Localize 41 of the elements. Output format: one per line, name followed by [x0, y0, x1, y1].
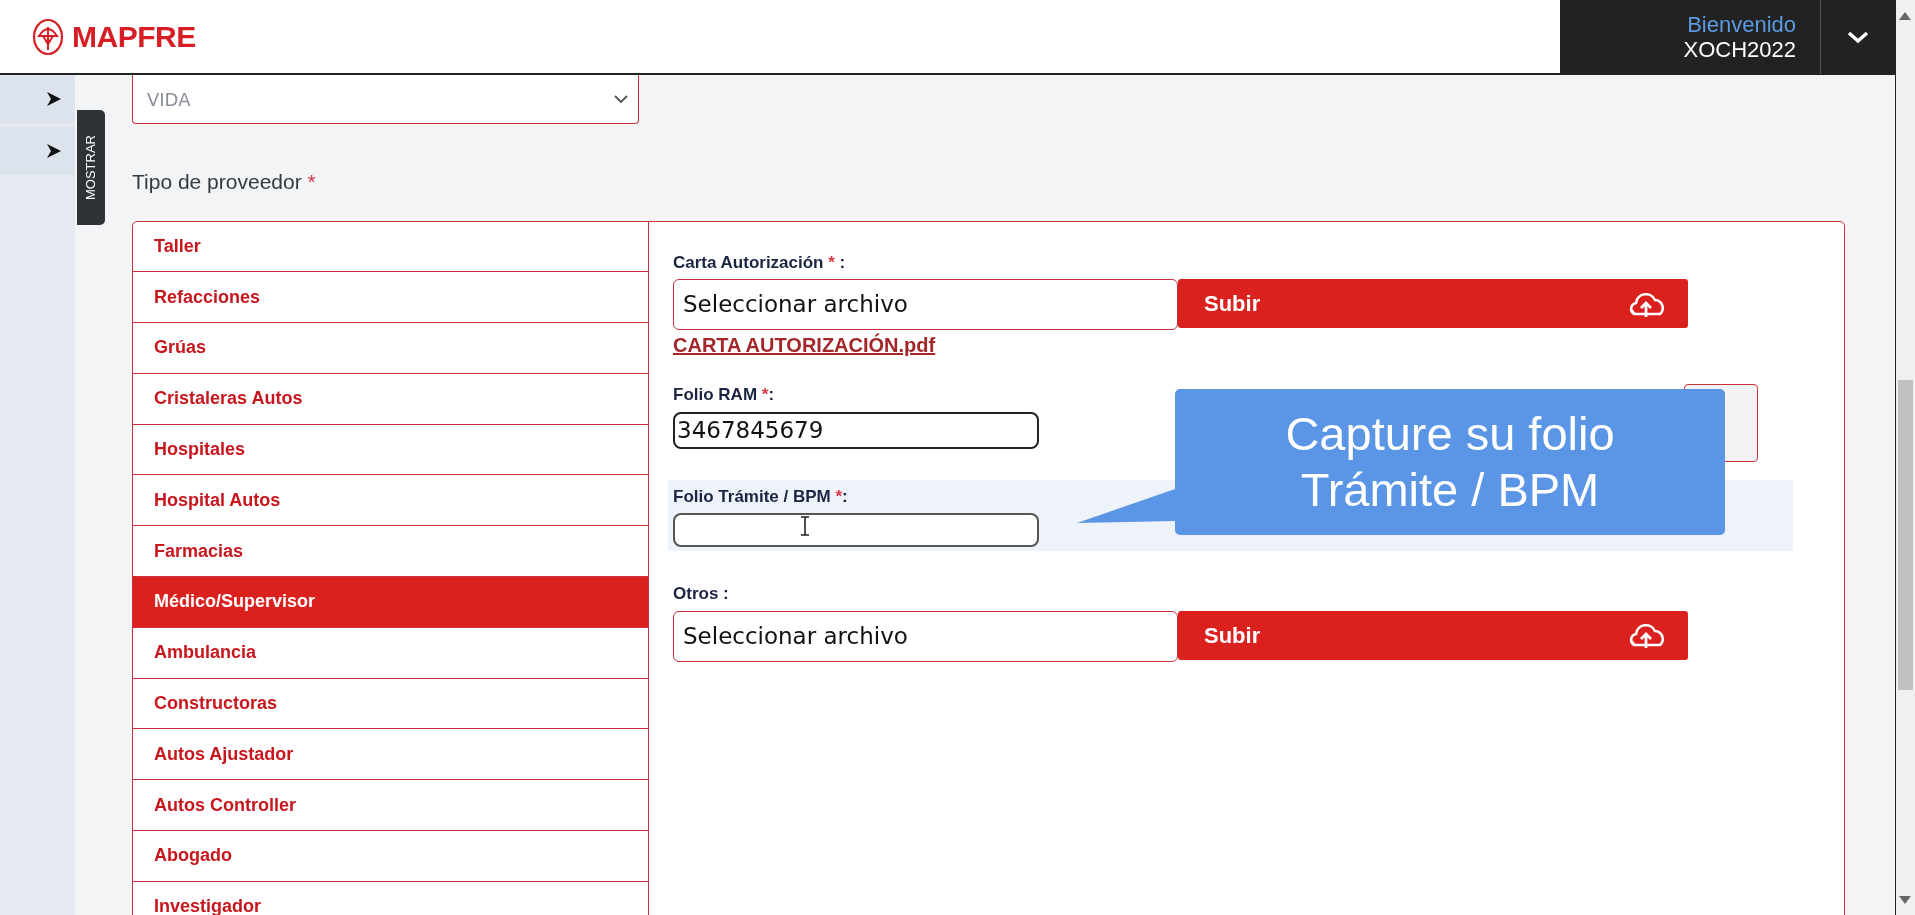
- provider-type-item[interactable]: Autos Controller: [133, 780, 648, 832]
- input-field[interactable]: [673, 513, 1039, 547]
- field-label: Folio RAM *:: [673, 384, 775, 406]
- scroll-down-icon[interactable]: [1899, 896, 1911, 904]
- provider-type-item[interactable]: Taller: [133, 221, 648, 273]
- field-label: Tipo de proveedor *: [132, 169, 317, 195]
- file-select-field[interactable]: Seleccionar archivo: [673, 279, 1178, 330]
- file-link[interactable]: CARTA AUTORIZACIÓN.pdf: [673, 334, 936, 356]
- provider-type-item[interactable]: Abogado: [133, 831, 648, 882]
- text-cursor-icon: [800, 516, 810, 536]
- provider-type-item[interactable]: Constructoras: [133, 678, 648, 730]
- provider-type-item[interactable]: Hospitales: [133, 424, 648, 476]
- select-field[interactable]: VIDA: [132, 75, 639, 124]
- logo-text: MAPFRE: [72, 19, 196, 55]
- upload-button[interactable]: Subir: [1178, 610, 1688, 660]
- arrow-right-icon: [47, 144, 61, 158]
- provider-type-item[interactable]: Grúas: [133, 323, 648, 374]
- arrow-right-icon: [47, 92, 61, 106]
- show-panel-tab[interactable]: MOSTRAR: [77, 110, 105, 225]
- logo-icon: [32, 17, 64, 56]
- sidebar-toggle[interactable]: [0, 127, 75, 175]
- provider-type-item[interactable]: Cristaleras Autos: [133, 373, 648, 425]
- chevron-down-icon: [614, 94, 628, 104]
- provider-type-item[interactable]: Hospital Autos: [133, 475, 648, 527]
- username: XOCH2022: [1683, 36, 1796, 62]
- welcome-text: Bienvenido: [1687, 11, 1796, 37]
- input-field[interactable]: 3467845679: [673, 411, 1039, 449]
- provider-type-item[interactable]: Autos Ajustador: [133, 729, 648, 781]
- field-label: Carta Autorización * :: [673, 251, 846, 274]
- file-select-field[interactable]: Seleccionar archivo: [673, 610, 1178, 662]
- sidebar-toggle[interactable]: [0, 75, 75, 123]
- scroll-up-icon[interactable]: [1899, 12, 1911, 20]
- scrollbar[interactable]: [1895, 0, 1915, 915]
- scrollbar-thumb[interactable]: [1898, 380, 1913, 690]
- provider-type-item[interactable]: Médico/Supervisor: [133, 577, 648, 628]
- field-label: Otros :: [673, 583, 729, 605]
- field-label: Folio Trámite / BPM *:: [673, 485, 848, 508]
- upload-button[interactable]: Subir: [1178, 279, 1688, 328]
- chevron-down-icon: [1847, 29, 1869, 44]
- provider-type-item[interactable]: Refacciones: [133, 272, 648, 324]
- provider-type-item[interactable]: Ambulancia: [133, 627, 648, 679]
